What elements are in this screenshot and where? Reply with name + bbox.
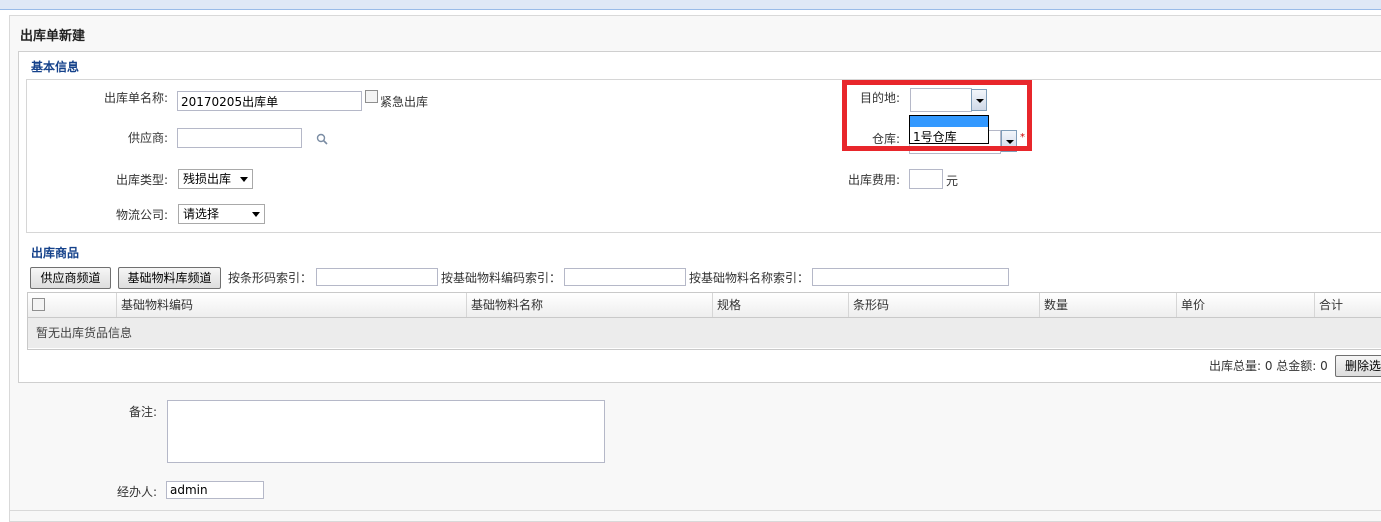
supplier-label: 供应商:	[127, 131, 168, 145]
col-quantity[interactable]: 数量	[1039, 293, 1176, 317]
name-label: 出库单名称:	[103, 91, 168, 105]
name-index-label: 按基础物料名称索引：	[689, 271, 810, 285]
handler-input[interactable]	[166, 481, 264, 499]
supplier-channel-button[interactable]: 供应商频道	[30, 267, 111, 289]
col-barcode[interactable]: 条形码	[848, 293, 1039, 317]
barcode-index-input[interactable]	[316, 268, 438, 286]
type-label: 出库类型:	[115, 173, 168, 187]
summary-text: 出库总量: 0 总金额: 0	[1209, 359, 1328, 373]
name-index-input[interactable]	[812, 268, 1009, 286]
goods-table: 基础物料编码 基础物料名称 规格 条形码 数量 单价 合计 暂无出库货品信息	[27, 292, 1381, 350]
remark-textarea[interactable]	[167, 400, 605, 463]
code-index-input[interactable]	[564, 268, 686, 286]
supplier-input[interactable]	[177, 128, 302, 148]
bottom-divider	[9, 510, 1381, 511]
urgent-label: 紧急出库	[380, 95, 429, 109]
col-total[interactable]: 合计	[1314, 293, 1381, 317]
search-icon[interactable]	[316, 133, 328, 145]
code-index-label: 按基础物料编码索引：	[441, 271, 562, 285]
empty-row: 暂无出库货品信息	[28, 318, 1381, 348]
highlight-box	[842, 80, 1032, 151]
logistics-select-value: 请选择	[183, 207, 220, 221]
fee-input[interactable]	[909, 169, 943, 189]
table-header: 基础物料编码 基础物料名称 规格 条形码 数量 单价 合计	[28, 293, 1381, 318]
logistics-select[interactable]: 请选择	[178, 204, 265, 224]
name-input[interactable]	[177, 91, 362, 111]
logistics-label: 物流公司:	[115, 208, 168, 222]
barcode-index-label: 按条形码索引：	[228, 271, 313, 285]
chevron-down-icon	[240, 177, 248, 182]
fee-unit: 元	[946, 174, 959, 188]
material-channel-button[interactable]: 基础物料库频道	[118, 267, 221, 289]
col-material-name[interactable]: 基础物料名称	[466, 293, 712, 317]
select-all-checkbox[interactable]	[32, 298, 45, 311]
handler-label: 经办人:	[116, 485, 157, 499]
delete-selected-button[interactable]: 删除选	[1335, 355, 1381, 377]
basic-info-title: 基本信息	[31, 60, 80, 74]
col-unit-price[interactable]: 单价	[1176, 293, 1314, 317]
fee-label: 出库费用:	[847, 173, 900, 187]
col-spec[interactable]: 规格	[712, 293, 848, 317]
remark-label: 备注:	[128, 405, 157, 419]
top-bar	[0, 0, 1381, 10]
page-title: 出库单新建	[20, 29, 86, 44]
type-select-value: 残损出库	[183, 172, 232, 186]
chevron-down-icon	[252, 212, 260, 217]
col-material-code[interactable]: 基础物料编码	[116, 293, 468, 317]
urgent-checkbox[interactable]	[365, 90, 378, 103]
goods-title: 出库商品	[31, 246, 80, 260]
type-select[interactable]: 残损出库	[178, 169, 253, 189]
